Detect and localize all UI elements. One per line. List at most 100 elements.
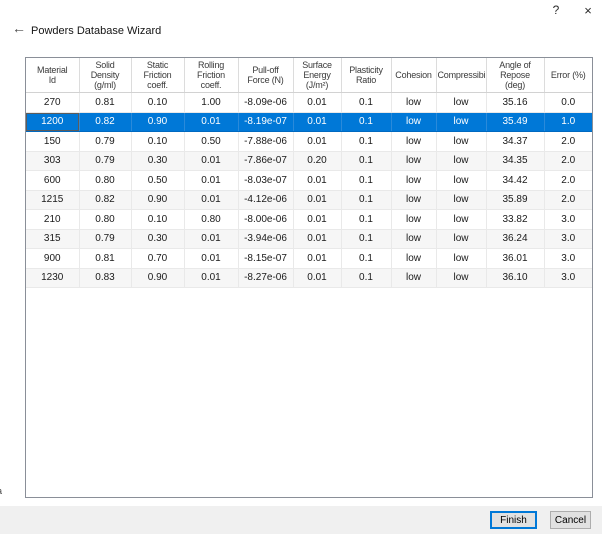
table-cell[interactable]: 1230 [26,268,79,288]
table-cell[interactable]: 36.10 [486,268,544,288]
table-cell[interactable]: 0.79 [79,229,131,249]
table-row[interactable]: 1500.790.100.50-7.88e-060.010.1lowlow34.… [26,132,592,152]
table-cell[interactable]: 35.89 [486,190,544,210]
table-cell[interactable]: 0.1 [341,171,391,191]
table-cell[interactable]: 0.1 [341,93,391,113]
table-cell[interactable]: -8.27e-06 [238,268,293,288]
table-cell[interactable]: -8.15e-07 [238,249,293,269]
table-cell[interactable]: 35.16 [486,93,544,113]
close-button[interactable]: × [579,1,597,19]
table-cell[interactable]: 0.50 [184,132,238,152]
table-cell[interactable]: low [436,151,486,171]
table-cell[interactable]: 0.01 [293,112,341,132]
table-cell[interactable]: 0.01 [293,171,341,191]
table-cell[interactable]: 0.10 [131,210,184,230]
table-cell[interactable]: 2.0 [544,190,592,210]
table-cell[interactable]: low [391,249,436,269]
table-cell[interactable]: 36.24 [486,229,544,249]
table-cell[interactable]: low [391,210,436,230]
table-cell[interactable]: 0.79 [79,151,131,171]
table-cell[interactable]: 900 [26,249,79,269]
table-cell[interactable]: low [436,229,486,249]
column-header[interactable]: Surface Energy (J/m²) [293,58,341,93]
table-cell[interactable]: 34.42 [486,171,544,191]
table-cell[interactable]: 0.10 [131,93,184,113]
table-cell[interactable]: low [436,132,486,152]
table-cell[interactable]: 2.0 [544,171,592,191]
table-cell[interactable]: 270 [26,93,79,113]
table-cell[interactable]: 1.0 [544,112,592,132]
table-cell[interactable]: 0.20 [293,151,341,171]
table-cell[interactable]: 0.01 [293,210,341,230]
table-row[interactable]: 3150.790.300.01-3.94e-060.010.1lowlow36.… [26,229,592,249]
table-cell[interactable]: 0.90 [131,268,184,288]
table-cell[interactable]: 0.80 [184,210,238,230]
table-cell[interactable]: 150 [26,132,79,152]
table-cell[interactable]: 0.01 [184,151,238,171]
column-header[interactable]: Plasticity Ratio [341,58,391,93]
column-header[interactable]: Material Id [26,58,79,93]
column-header[interactable]: Solid Density (g/ml) [79,58,131,93]
table-row[interactable]: 2700.810.101.00-8.09e-060.010.1lowlow35.… [26,93,592,113]
table-cell[interactable]: 0.80 [79,210,131,230]
table-cell[interactable]: low [436,171,486,191]
table-cell[interactable]: 210 [26,210,79,230]
table-cell[interactable]: 303 [26,151,79,171]
table-cell[interactable]: 0.01 [293,268,341,288]
table-cell[interactable]: 0.50 [131,171,184,191]
table-cell[interactable]: low [391,151,436,171]
table-cell[interactable]: 3.0 [544,229,592,249]
table-cell[interactable]: 35.49 [486,112,544,132]
table-cell[interactable]: 0.0 [544,93,592,113]
table-cell[interactable]: -7.86e-07 [238,151,293,171]
table-cell[interactable]: 34.35 [486,151,544,171]
table-cell[interactable]: 0.1 [341,268,391,288]
table-cell[interactable]: low [391,93,436,113]
table-cell[interactable]: 315 [26,229,79,249]
table-cell[interactable]: 0.01 [184,171,238,191]
table-cell[interactable]: 0.80 [79,171,131,191]
table-cell[interactable]: 1215 [26,190,79,210]
table-cell[interactable]: low [436,268,486,288]
table-cell[interactable]: 0.1 [341,210,391,230]
back-button[interactable]: ← [10,20,28,36]
table-cell[interactable]: 0.01 [293,190,341,210]
table-cell[interactable]: 0.30 [131,229,184,249]
table-cell[interactable]: low [391,190,436,210]
table-cell[interactable]: 3.0 [544,268,592,288]
table-row[interactable]: 9000.810.700.01-8.15e-070.010.1lowlow36.… [26,249,592,269]
table-row[interactable]: 3030.790.300.01-7.86e-070.200.1lowlow34.… [26,151,592,171]
column-header[interactable]: Cohesion [391,58,436,93]
table-cell[interactable]: 2.0 [544,132,592,152]
table-cell[interactable]: low [436,249,486,269]
table-cell[interactable]: 0.01 [184,229,238,249]
table-cell[interactable]: 0.01 [293,249,341,269]
table-cell[interactable]: 34.37 [486,132,544,152]
table-cell[interactable]: 0.82 [79,112,131,132]
table-row[interactable]: 6000.800.500.01-8.03e-070.010.1lowlow34.… [26,171,592,191]
table-cell[interactable]: 0.90 [131,190,184,210]
table-cell[interactable]: 0.90 [131,112,184,132]
column-header[interactable]: Error (%) [544,58,592,93]
table-cell[interactable]: 0.82 [79,190,131,210]
table-cell[interactable]: -7.88e-06 [238,132,293,152]
table-cell[interactable]: 3.0 [544,249,592,269]
table-cell[interactable]: -8.19e-07 [238,112,293,132]
table-cell[interactable]: 0.01 [184,249,238,269]
table-cell[interactable]: low [391,112,436,132]
table-cell[interactable]: 36.01 [486,249,544,269]
table-cell[interactable]: 0.79 [79,132,131,152]
table-cell[interactable]: 3.0 [544,210,592,230]
column-header[interactable]: Compressibility [436,58,486,93]
table-cell[interactable]: low [391,132,436,152]
table-cell[interactable]: low [436,190,486,210]
table-cell[interactable]: 0.1 [341,190,391,210]
table-cell[interactable]: 0.01 [184,112,238,132]
table-cell[interactable]: low [436,210,486,230]
table-cell[interactable]: 1200 [26,112,79,132]
table-cell[interactable]: 0.1 [341,151,391,171]
table-cell[interactable]: 0.30 [131,151,184,171]
table-cell[interactable]: 0.01 [293,229,341,249]
table-cell[interactable]: 0.01 [184,268,238,288]
table-cell[interactable]: 33.82 [486,210,544,230]
